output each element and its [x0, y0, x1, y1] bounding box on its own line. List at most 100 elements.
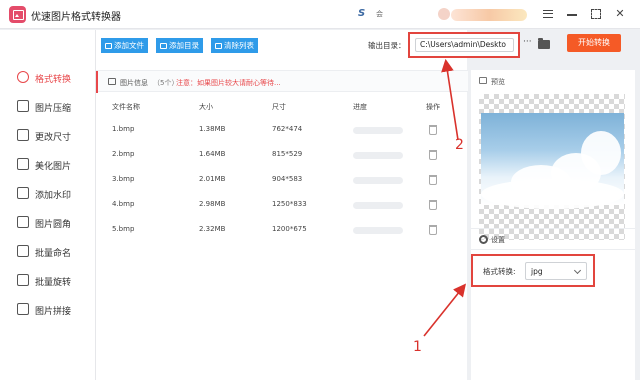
- gear-icon: [479, 235, 488, 244]
- file-count: （5个）: [153, 79, 179, 87]
- user-account-pill[interactable]: [451, 9, 527, 21]
- table-row[interactable]: 1.bmp 1.38MB 762*474: [96, 119, 468, 144]
- delete-icon[interactable]: [429, 225, 437, 235]
- cloud-shape: [481, 179, 624, 209]
- table-row[interactable]: 3.bmp 2.01MB 904*583: [96, 169, 468, 194]
- active-marker: [96, 71, 98, 93]
- preview-icon: [479, 77, 487, 84]
- cloud-shape: [581, 131, 621, 175]
- sidebar-item-beautify[interactable]: 美化图片: [0, 153, 95, 177]
- app-logo-icon: [9, 6, 26, 23]
- file-dims: 815*529: [272, 150, 303, 158]
- stitch-icon: [17, 303, 29, 315]
- sidebar-item-label: 更改尺寸: [35, 133, 72, 143]
- add-dir-button[interactable]: 添加目录: [156, 38, 203, 53]
- app-title: 优速图片格式转换器: [31, 12, 121, 23]
- refresh-icon: [17, 71, 29, 83]
- sidebar-item-label: 批量旋转: [35, 278, 72, 288]
- title-bar: 优速图片格式转换器 S 会 ✕: [0, 0, 640, 29]
- preview-image: [481, 113, 624, 209]
- output-dir-highlight: C:\Users\admin\Deskto: [408, 32, 520, 58]
- file-name: 1.bmp: [112, 125, 135, 133]
- progress-bar: [353, 127, 403, 134]
- sidebar-item-resize[interactable]: 更改尺寸: [0, 124, 95, 148]
- brand-s-icon: S: [358, 8, 366, 19]
- delete-icon[interactable]: [429, 175, 437, 185]
- table-row[interactable]: 4.bmp 2.98MB 1250*833: [96, 194, 468, 219]
- compress-icon: [17, 100, 29, 112]
- format-select[interactable]: jpg: [525, 262, 587, 280]
- more-options-button[interactable]: ···: [523, 37, 532, 47]
- file-dims: 1200*675: [272, 225, 307, 233]
- file-info-strip: 图片信息 （5个） 注意：如果图片较大请耐心等待...: [96, 70, 468, 93]
- minimize-icon: [567, 14, 577, 16]
- settings-strip: 设置: [471, 228, 635, 250]
- watermark-icon: [17, 187, 29, 199]
- file-size: 1.64MB: [199, 150, 226, 158]
- file-info-note: 注意：如果图片较大请耐心等待...: [176, 79, 281, 87]
- menu-button[interactable]: [541, 7, 555, 21]
- table-row[interactable]: 2.bmp 1.64MB 815*529: [96, 144, 468, 169]
- file-name: 5.bmp: [112, 225, 135, 233]
- output-dir-field[interactable]: C:\Users\admin\Deskto: [415, 38, 514, 52]
- file-dims: 1250*833: [272, 200, 307, 208]
- sidebar: 格式转换 图片压缩 更改尺寸 美化图片 添加水印 图片圆角 批量命名 批量旋转 …: [0, 30, 95, 380]
- sidebar-item-watermark[interactable]: 添加水印: [0, 182, 95, 206]
- col-header-size: 大小: [199, 103, 213, 111]
- file-size: 2.32MB: [199, 225, 226, 233]
- sidebar-item-label: 图片拼接: [35, 307, 72, 317]
- trash-icon: [215, 43, 222, 49]
- hamburger-icon: [543, 10, 553, 18]
- rename-icon: [17, 245, 29, 257]
- file-name: 4.bmp: [112, 200, 135, 208]
- add-file-label: 添加文件: [114, 41, 144, 50]
- sidebar-item-stitch[interactable]: 图片拼接: [0, 298, 95, 322]
- delete-icon[interactable]: [429, 125, 437, 135]
- minimize-button[interactable]: [565, 7, 579, 21]
- progress-bar: [353, 152, 403, 159]
- sidebar-item-format-convert[interactable]: 格式转换: [0, 66, 95, 90]
- output-dir-label: 输出目录：: [368, 41, 406, 50]
- user-avatar[interactable]: [438, 8, 450, 20]
- add-file-button[interactable]: 添加文件: [101, 38, 148, 53]
- sidebar-item-label: 图片圆角: [35, 220, 72, 230]
- progress-bar: [353, 202, 403, 209]
- delete-icon[interactable]: [429, 150, 437, 160]
- add-file-icon: [105, 43, 112, 49]
- table-row[interactable]: 5.bmp 2.32MB 1200*675: [96, 219, 468, 244]
- format-highlight: 格式转换: jpg: [471, 254, 595, 287]
- sidebar-item-rename[interactable]: 批量命名: [0, 240, 95, 264]
- file-size: 1.38MB: [199, 125, 226, 133]
- sidebar-item-round-corner[interactable]: 图片圆角: [0, 211, 95, 235]
- sidebar-item-label: 美化图片: [35, 162, 72, 172]
- col-header-progress: 进度: [353, 103, 367, 111]
- file-name: 2.bmp: [112, 150, 135, 158]
- folder-add-icon: [160, 43, 167, 49]
- sidebar-item-rotate[interactable]: 批量旋转: [0, 269, 95, 293]
- round-corner-icon: [17, 216, 29, 228]
- col-header-action: 操作: [426, 103, 440, 111]
- sidebar-item-label: 图片压缩: [35, 104, 72, 114]
- start-convert-button[interactable]: 开始转换: [567, 34, 621, 52]
- sidebar-item-label: 格式转换: [35, 75, 72, 85]
- add-dir-label: 添加目录: [169, 41, 199, 50]
- vip-badge[interactable]: 会: [376, 9, 383, 19]
- main-panel: 添加文件 添加目录 清除列表 图片信息 （5个） 注意：如果图片较大请耐心等待.…: [95, 30, 468, 380]
- close-button[interactable]: ✕: [613, 7, 627, 21]
- format-value: jpg: [531, 267, 543, 276]
- folder-icon[interactable]: [538, 38, 550, 49]
- col-header-dims: 尺寸: [272, 103, 286, 111]
- col-header-name: 文件名称: [112, 103, 140, 111]
- rotate-icon: [17, 274, 29, 286]
- clear-list-button[interactable]: 清除列表: [211, 38, 258, 53]
- sidebar-item-label: 批量命名: [35, 249, 72, 259]
- maximize-button[interactable]: [589, 7, 603, 21]
- resize-icon: [17, 129, 29, 141]
- beautify-icon: [17, 158, 29, 170]
- sidebar-item-compress[interactable]: 图片压缩: [0, 95, 95, 119]
- chevron-down-icon: [573, 266, 582, 275]
- maximize-icon: [591, 9, 601, 19]
- progress-bar: [353, 177, 403, 184]
- delete-icon[interactable]: [429, 200, 437, 210]
- sidebar-item-label: 添加水印: [35, 191, 72, 201]
